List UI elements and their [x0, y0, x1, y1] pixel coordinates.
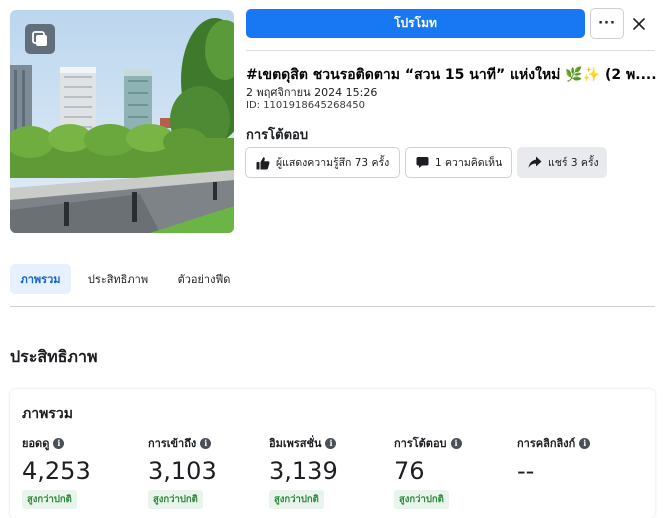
thumbs-up-icon	[256, 156, 270, 169]
metric-label: การเข้าถึง	[148, 437, 197, 450]
header-divider	[246, 50, 655, 51]
tab-feed-preview[interactable]: ตัวอย่างฟีด	[166, 264, 242, 294]
share-arrow-icon	[528, 156, 542, 168]
comment-bubble-icon	[416, 157, 429, 168]
metric-engagement: การโต้ตอบ i 76 สูงกว่าปกติ	[394, 434, 462, 509]
info-icon[interactable]: i	[450, 437, 462, 449]
metric-value: --	[517, 457, 535, 485]
shares-count-label: แชร์ 3 ครั้ง	[548, 157, 599, 169]
metric-views: ยอดดู i 4,253 สูงกว่าปกติ	[22, 434, 91, 509]
post-insights-panel: โปรโมท ··· #เขตดุสิต ชวนรอติดตาม “สวน 15…	[0, 0, 666, 518]
post-date: 2 พฤศจิกายน 2024 15:26	[246, 86, 378, 99]
close-icon	[633, 17, 645, 30]
metric-value: 3,103	[148, 457, 217, 485]
shares-chip[interactable]: แชร์ 3 ครั้ง	[517, 147, 607, 178]
metric-badge: สูงกว่าปกติ	[269, 490, 324, 509]
overview-card-title: ภาพรวม	[22, 406, 73, 422]
metric-value: 76	[394, 457, 425, 485]
metric-label: ยอดดู	[22, 437, 50, 450]
promote-button[interactable]: โปรโมท	[246, 9, 585, 38]
close-button[interactable]	[628, 9, 650, 38]
comments-chip[interactable]: 1 ความคิดเห็น	[405, 147, 512, 178]
reactions-count-label: ผู้แสดงความรู้สึก 73 ครั้ง	[276, 157, 390, 169]
tab-performance[interactable]: ประสิทธิภาพ	[78, 264, 158, 294]
metric-value: 4,253	[22, 457, 91, 485]
info-icon[interactable]: i	[325, 437, 337, 449]
comments-count-label: 1 ความคิดเห็น	[435, 157, 503, 169]
tabs-divider	[10, 306, 655, 307]
overview-card: ภาพรวม ยอดดู i 4,253 สูงกว่าปกติ การเข้า…	[10, 389, 655, 518]
performance-heading: ประสิทธิภาพ	[10, 347, 98, 366]
metric-impressions: อิมเพรสชั่น i 3,139 สูงกว่าปกติ	[269, 434, 338, 509]
metric-badge: สูงกว่าปกติ	[394, 490, 449, 509]
metric-badge: สูงกว่าปกติ	[22, 490, 77, 509]
metric-link-clicks: การคลิกลิงก์ i --	[517, 434, 591, 485]
metric-label: การโต้ตอบ	[394, 437, 447, 450]
more-options-button[interactable]: ···	[590, 8, 624, 39]
album-icon	[25, 24, 55, 54]
metric-label: การคลิกลิงก์	[517, 437, 576, 450]
post-thumbnail[interactable]	[10, 10, 234, 233]
metric-badge: สูงกว่าปกติ	[148, 490, 203, 509]
post-id: ID: 1101918645268450	[246, 100, 365, 111]
metric-value: 3,139	[269, 457, 338, 485]
info-icon[interactable]: i	[579, 437, 591, 449]
metric-reach: การเข้าถึง i 3,103 สูงกว่าปกติ	[148, 434, 217, 509]
reactions-chip[interactable]: ผู้แสดงความรู้สึก 73 ครั้ง	[245, 147, 400, 178]
reactions-heading: การโต้ตอบ	[246, 128, 309, 143]
info-icon[interactable]: i	[53, 437, 65, 449]
tab-overview[interactable]: ภาพรวม	[10, 264, 71, 294]
metric-label: อิมเพรสชั่น	[269, 437, 322, 450]
info-icon[interactable]: i	[200, 437, 212, 449]
